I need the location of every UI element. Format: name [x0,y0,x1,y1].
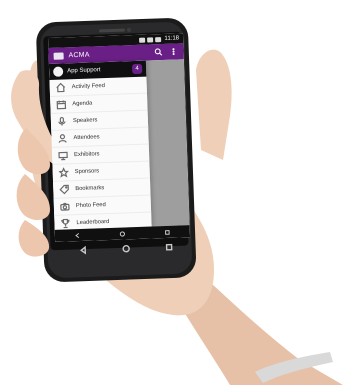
recents-square-icon [166,243,173,251]
menu-item-label: Leaderboard [76,218,110,227]
drawer-menu: Activity Feed Agenda Speakers Attendees … [49,76,152,233]
home-icon [56,82,66,93]
search-icon [154,48,163,56]
status-time: 11:18 [164,35,180,42]
camera-icon [60,202,70,211]
bookmark-tag-icon [59,184,69,195]
battery-icon [155,36,162,42]
search-button[interactable] [153,47,163,57]
more-vert-icon [172,48,175,56]
menu-item-label: Agenda [72,100,93,108]
trophy-icon [61,218,70,229]
menu-item-label: Bookmarks [75,185,105,193]
back-triangle-icon [79,245,86,255]
drawer-header-title: App Support [67,67,101,75]
recents-icon [165,230,170,235]
menu-item-label: Photo Feed [75,202,106,210]
phone-screen: 11:18 ACMA App Support 4 Activity Feed A… [48,33,191,242]
status-icons [139,36,162,43]
hardware-nav-buttons [61,240,191,259]
microphone-icon [58,116,66,126]
more-options-button[interactable] [168,46,178,56]
app-logo-icon [53,51,64,60]
menu-item-label: Sponsors [74,168,100,176]
menu-item-label: Activity Feed [71,83,106,91]
home-button[interactable] [119,224,127,241]
attendees-icon [58,134,67,143]
home-circle-icon [119,231,125,237]
header-badge[interactable]: 4 [131,63,143,75]
menu-item-label: Attendees [73,134,100,142]
hardware-home-button[interactable] [121,241,132,259]
navigation-drawer: App Support 4 Activity Feed Agenda Speak… [48,60,152,233]
back-icon [75,233,80,239]
hardware-recents-button[interactable] [164,239,175,257]
signal-icon [147,36,154,43]
profile-avatar[interactable] [53,66,64,77]
home-circle-icon [122,245,130,253]
star-icon [58,167,69,178]
back-button[interactable] [74,226,82,242]
app-title: ACMA [68,51,90,59]
hand-holding-phone-scene: 11:18 ACMA App Support 4 Activity Feed A… [0,0,343,385]
menu-item-label: Speakers [72,117,98,125]
menu-item-label: Exhibitors [74,151,100,159]
calendar-icon [56,100,67,110]
hardware-back-button[interactable] [78,242,89,260]
wifi-icon [139,37,146,43]
exhibitors-icon [58,151,68,161]
drawer-scrim[interactable] [145,59,190,227]
